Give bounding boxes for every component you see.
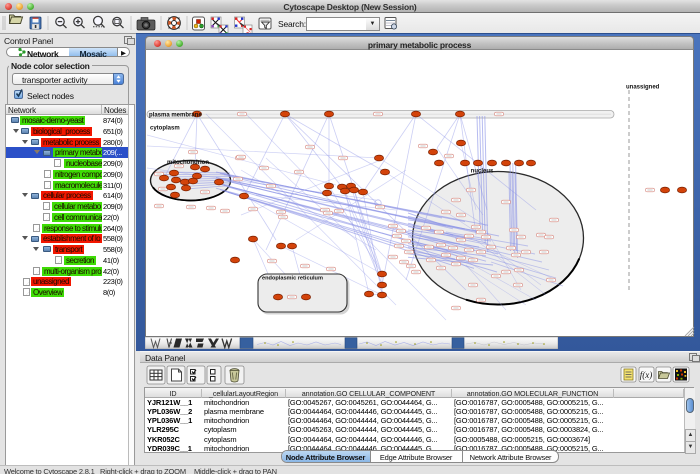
svg-text:plasma membrane: plasma membrane	[149, 113, 202, 119]
svg-text:endoplasmic reticulum: endoplasmic reticulum	[262, 276, 323, 282]
svg-text:unassigned: unassigned	[626, 85, 660, 91]
svg-text:cytoplasm: cytoplasm	[150, 126, 180, 132]
svg-text:f(x): f(x)	[640, 370, 653, 380]
svg-text:mitochondrion: mitochondrion	[167, 160, 209, 166]
svg-text:nucleus: nucleus	[471, 169, 494, 175]
